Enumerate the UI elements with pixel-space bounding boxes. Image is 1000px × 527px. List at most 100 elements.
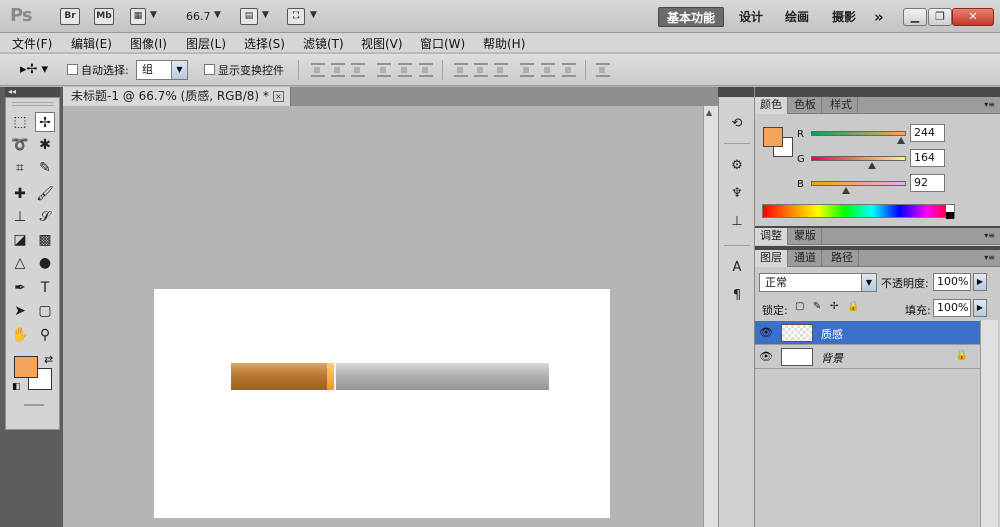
fill-field[interactable]: 100% <box>933 299 971 317</box>
minimize-button[interactable]: ▁ <box>903 8 927 26</box>
color-spectrum-bar[interactable] <box>762 204 955 219</box>
panel-menu-icon[interactable]: ▾≡ <box>984 100 995 109</box>
fill-slider-button[interactable]: ▶ <box>973 299 987 317</box>
chevron-down-icon[interactable]: ▼ <box>214 10 221 20</box>
menu-window[interactable]: 窗口(W) <box>420 35 465 52</box>
path-selection-tool-icon[interactable]: ➤ <box>10 301 30 321</box>
align-bottom-icon[interactable] <box>351 63 365 77</box>
tab-adjustments[interactable]: 调整 <box>755 228 788 245</box>
workspace-photography[interactable]: 摄影 <box>824 7 864 27</box>
menu-edit[interactable]: 编辑(E) <box>71 35 112 52</box>
close-button[interactable]: ✕ <box>952 8 994 26</box>
distribute-bottom-icon[interactable] <box>494 63 508 77</box>
opacity-field[interactable]: 100% <box>933 273 971 291</box>
panel-menu-icon[interactable]: ▾≡ <box>984 231 995 240</box>
brush-panel-icon[interactable]: ♆ <box>728 185 746 203</box>
close-icon[interactable]: × <box>273 91 284 102</box>
hand-tool-icon[interactable]: ✋ <box>10 325 30 345</box>
workspace-painting[interactable]: 绘画 <box>777 7 817 27</box>
show-transform-checkbox[interactable] <box>204 64 215 75</box>
gradient-tool-icon[interactable]: ▩ <box>35 230 55 250</box>
bridge-button[interactable]: Br <box>60 8 80 25</box>
layers-scrollbar[interactable] <box>980 320 998 527</box>
menu-filter[interactable]: 滤镜(T) <box>303 35 344 52</box>
eraser-tool-icon[interactable]: ◪ <box>10 230 30 250</box>
blend-mode-dropdown[interactable]: 正常 ▼ <box>759 273 877 292</box>
panel-dock-collapse-bar[interactable] <box>755 87 1000 97</box>
brush-tool-icon[interactable]: 🖌 <box>35 184 55 204</box>
menu-view[interactable]: 视图(V) <box>361 35 403 52</box>
distribute-right-icon[interactable] <box>562 63 576 77</box>
clone-stamp-tool-icon[interactable]: ⊥ <box>10 207 30 227</box>
tab-masks[interactable]: 蒙版 <box>789 228 822 245</box>
paragraph-panel-icon[interactable]: ¶ <box>728 287 746 305</box>
history-panel-icon[interactable]: ⟲ <box>728 115 746 133</box>
lock-transparent-icon[interactable]: ▢ <box>795 301 804 312</box>
type-tool-icon[interactable]: T <box>35 278 55 298</box>
move-tool-preset-icon[interactable]: ▸✢ ▾ <box>20 62 48 77</box>
foreground-color-swatch[interactable] <box>14 356 38 378</box>
distribute-hcenter-icon[interactable] <box>541 63 555 77</box>
blue-slider-thumb[interactable] <box>842 187 850 194</box>
menu-file[interactable]: 文件(F) <box>12 35 52 52</box>
tab-swatches[interactable]: 色板 <box>789 97 822 114</box>
mini-bridge-button[interactable]: Mb <box>94 8 114 25</box>
chevron-down-icon[interactable]: ▼ <box>150 10 157 20</box>
auto-align-layers-icon[interactable] <box>596 63 610 77</box>
magic-wand-tool-icon[interactable]: ✱ <box>35 135 55 155</box>
green-value-field[interactable]: 164 <box>910 149 945 167</box>
tab-layers[interactable]: 图层 <box>755 250 788 267</box>
distribute-top-icon[interactable] <box>454 63 468 77</box>
view-extras-icon[interactable]: ▦ <box>130 8 146 25</box>
swap-colors-icon[interactable]: ⇄ <box>44 353 53 366</box>
align-right-icon[interactable] <box>419 63 433 77</box>
move-tool-icon[interactable]: ✢ <box>35 112 55 132</box>
restore-button[interactable]: ❐ <box>928 8 952 26</box>
green-slider[interactable] <box>811 156 906 161</box>
eyedropper-tool-icon[interactable]: ✎ <box>35 158 55 178</box>
lock-image-icon[interactable]: ✎ <box>813 301 821 312</box>
color-panel-foreground-swatch[interactable] <box>763 127 783 147</box>
align-top-icon[interactable] <box>311 63 325 77</box>
dodge-tool-icon[interactable]: ● <box>35 253 55 273</box>
lock-position-icon[interactable]: ✢ <box>830 301 838 312</box>
toolbox-collapse-bar[interactable]: ◂◂ <box>5 87 60 97</box>
align-left-icon[interactable] <box>377 63 391 77</box>
menu-image[interactable]: 图像(I) <box>130 35 167 52</box>
blue-value-field[interactable]: 92 <box>910 174 945 192</box>
menu-select[interactable]: 选择(S) <box>244 35 285 52</box>
red-value-field[interactable]: 244 <box>910 124 945 142</box>
history-brush-tool-icon[interactable]: 𝒮 <box>35 207 55 227</box>
marquee-tool-icon[interactable]: ⬚ <box>10 112 30 132</box>
workspace-design[interactable]: 设计 <box>731 7 771 27</box>
eye-icon[interactable]: 👁 <box>759 326 773 339</box>
crop-tool-icon[interactable]: ⌗ <box>10 158 30 178</box>
zoom-level[interactable]: 66.7 <box>186 10 211 23</box>
default-colors-icon[interactable]: ◧ <box>12 382 21 392</box>
panel-menu-icon[interactable]: ▾≡ <box>984 253 995 262</box>
document-tab[interactable]: 未标题-1 @ 66.7% (质感, RGB/8) * × <box>63 87 291 106</box>
shape-tool-icon[interactable]: ▢ <box>35 301 55 321</box>
red-slider[interactable] <box>811 131 906 136</box>
align-hcenter-icon[interactable] <box>398 63 412 77</box>
document-vertical-scrollbar[interactable]: ▲ <box>703 106 718 527</box>
lock-all-icon[interactable]: 🔒 <box>847 301 859 312</box>
blue-slider[interactable] <box>811 181 906 186</box>
workspace-essentials[interactable]: 基本功能 <box>658 7 725 27</box>
screen-mode-icon[interactable]: ⛶ <box>287 8 305 25</box>
clone-source-icon[interactable]: ⊥ <box>728 213 746 231</box>
align-vcenter-icon[interactable] <box>331 63 345 77</box>
layer-row[interactable]: 👁 质感 <box>755 321 980 345</box>
toolbox-grip[interactable] <box>12 102 54 106</box>
distribute-vcenter-icon[interactable] <box>474 63 488 77</box>
eye-icon[interactable]: 👁 <box>759 350 773 363</box>
tab-channels[interactable]: 通道 <box>789 250 822 267</box>
green-slider-thumb[interactable] <box>868 162 876 169</box>
document-canvas[interactable] <box>154 289 610 518</box>
healing-brush-tool-icon[interactable]: ✚ <box>10 184 30 204</box>
layer-row[interactable]: 👁 背景 🔒 <box>755 345 980 369</box>
arrange-documents-icon[interactable]: ▤ <box>240 8 258 25</box>
menu-layer[interactable]: 图层(L) <box>186 35 226 52</box>
red-slider-thumb[interactable] <box>897 137 905 144</box>
auto-select-checkbox[interactable] <box>67 64 78 75</box>
